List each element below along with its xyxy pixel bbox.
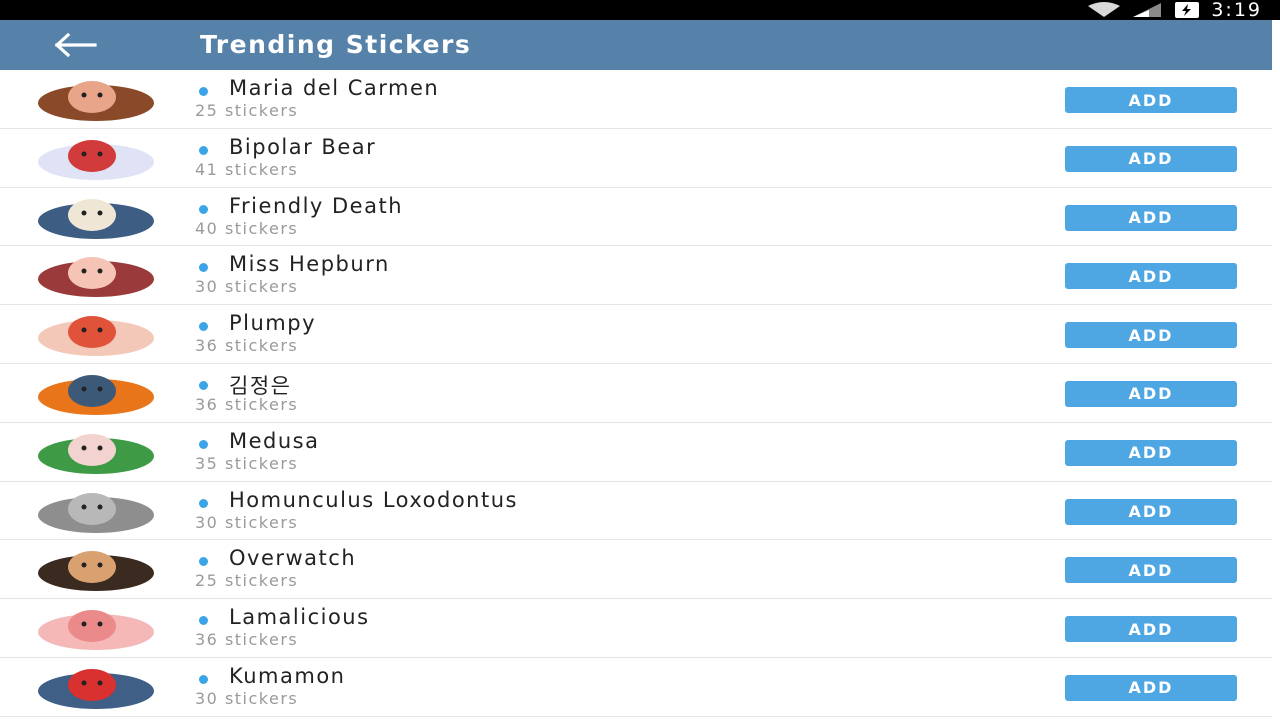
list-item[interactable]: Kumamon 30 stickers ADD	[0, 658, 1280, 717]
new-indicator-dot	[199, 616, 208, 626]
arrow-left-icon	[54, 33, 97, 57]
sticker-pack-list: Maria del Carmen 25 stickers ADD Bipolar Be…	[0, 70, 1280, 717]
status-icons: 3:19	[1087, 0, 1262, 20]
app-bar: Trending Stickers	[0, 20, 1280, 70]
pack-count: 30 stickers	[195, 688, 299, 708]
new-indicator-dot	[199, 674, 208, 684]
wifi-icon	[1088, 2, 1121, 17]
battery-icon	[1175, 2, 1200, 18]
list-item[interactable]: Plumpy 36 stickers ADD	[0, 305, 1280, 364]
new-indicator-dot	[199, 439, 208, 449]
new-indicator-dot	[199, 498, 208, 508]
grey-elephant-sticker	[38, 492, 154, 533]
curly-hair-woman-sticker	[38, 81, 154, 121]
new-indicator-dot	[199, 87, 208, 96]
status-time: 3:19	[1211, 0, 1262, 21]
pack-name: Kumamon	[229, 663, 346, 688]
pack-name: Friendly Death	[229, 193, 404, 218]
add-button[interactable]: ADD	[1065, 322, 1237, 349]
signal-icon	[1133, 3, 1162, 17]
add-button[interactable]: ADD	[1065, 87, 1237, 113]
list-item[interactable]: Bipolar Bear 41 stickers ADD	[0, 129, 1280, 188]
pack-name: Miss Hepburn	[229, 252, 390, 277]
pack-count: 36 stickers	[195, 630, 299, 650]
fire-scene-sticker	[38, 374, 154, 415]
pack-count: 25 stickers	[195, 101, 299, 120]
pack-count: 40 stickers	[195, 218, 299, 238]
add-button[interactable]: ADD	[1065, 674, 1237, 701]
status-bar: 3:19	[0, 0, 1280, 20]
pack-name: Lamalicious	[229, 605, 370, 630]
pack-count: 35 stickers	[195, 453, 299, 473]
lady-sticker	[38, 257, 154, 298]
pack-count: 36 stickers	[195, 394, 299, 414]
pack-name: Medusa	[229, 428, 320, 453]
pack-count: 41 stickers	[195, 159, 299, 179]
add-button[interactable]: ADD	[1065, 204, 1237, 231]
white-bear-sticker	[38, 139, 154, 180]
add-button[interactable]: ADD	[1065, 380, 1237, 407]
medusa-sticker	[38, 433, 154, 474]
bearded-hero-sticker	[38, 551, 154, 592]
new-indicator-dot	[199, 145, 208, 155]
list-item[interactable]: 김정은 36 stickers ADD	[0, 364, 1280, 423]
pack-count: 25 stickers	[195, 571, 299, 591]
add-button[interactable]: ADD	[1065, 557, 1237, 584]
list-item[interactable]: Medusa 35 stickers ADD	[0, 423, 1280, 482]
add-button[interactable]: ADD	[1065, 263, 1237, 290]
new-indicator-dot	[199, 204, 208, 214]
pack-count: 36 stickers	[195, 336, 299, 356]
back-button[interactable]	[50, 28, 102, 62]
page-title: Trending Stickers	[200, 30, 472, 59]
list-item[interactable]: Lamalicious 36 stickers ADD	[0, 599, 1280, 658]
grim-reaper-sticker	[38, 198, 154, 239]
plump-character-sticker	[38, 316, 154, 357]
list-item[interactable]: Miss Hepburn 30 stickers ADD	[0, 246, 1280, 306]
pack-name: Bipolar Bear	[229, 134, 377, 159]
pack-name: Overwatch	[229, 546, 357, 571]
pack-name: Homunculus Loxodontus	[229, 487, 518, 512]
add-button[interactable]: ADD	[1065, 616, 1237, 643]
pack-count: 30 stickers	[195, 277, 299, 297]
pack-name: Maria del Carmen	[229, 76, 440, 100]
list-item[interactable]: Homunculus Loxodontus 30 stickers ADD	[0, 482, 1280, 541]
pack-name: Plumpy	[229, 311, 317, 336]
blue-bear-sticker	[38, 668, 154, 709]
add-button[interactable]: ADD	[1065, 498, 1237, 525]
new-indicator-dot	[199, 263, 208, 273]
list-item[interactable]: Friendly Death 40 stickers ADD	[0, 188, 1280, 247]
list-item[interactable]: Maria del Carmen 25 stickers ADD	[0, 70, 1280, 129]
pink-llama-sticker	[38, 610, 154, 651]
new-indicator-dot	[199, 322, 208, 332]
list-item[interactable]: Overwatch 25 stickers ADD	[0, 540, 1280, 600]
add-button[interactable]: ADD	[1065, 145, 1237, 172]
new-indicator-dot	[199, 557, 208, 567]
pack-count: 30 stickers	[195, 512, 299, 532]
screen-edge	[1272, 20, 1280, 720]
add-button[interactable]: ADD	[1065, 439, 1237, 466]
new-indicator-dot	[199, 380, 208, 390]
